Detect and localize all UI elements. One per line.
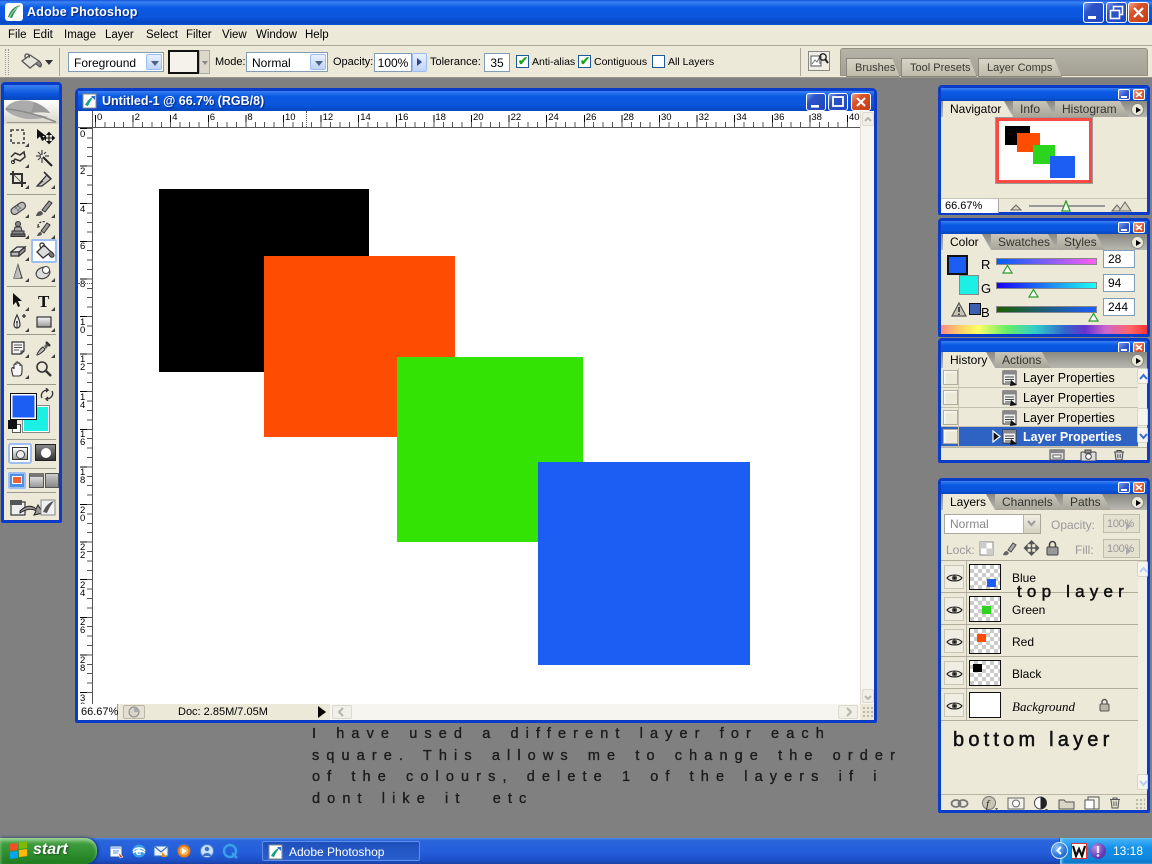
- svg-text:e: e: [136, 846, 142, 858]
- svg-text:T: T: [38, 292, 50, 310]
